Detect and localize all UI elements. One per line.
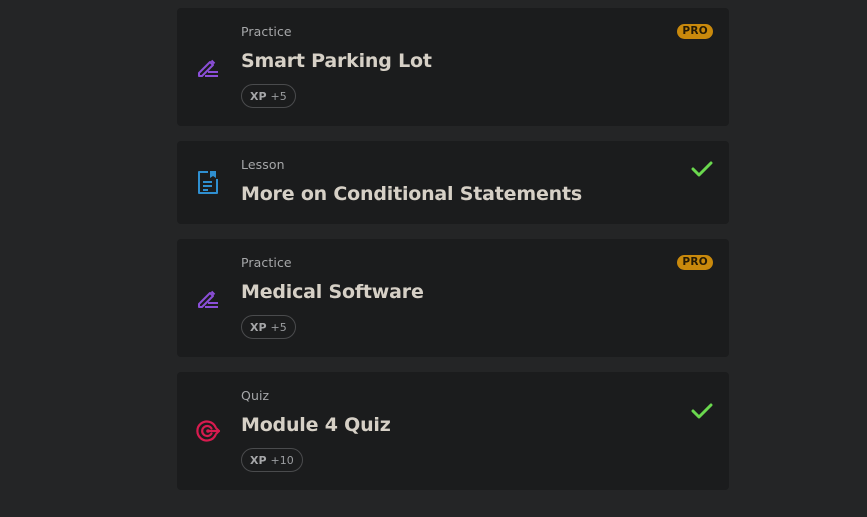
- xp-pill: XP +10: [241, 448, 303, 472]
- list-item-medical-software[interactable]: Practice Medical Software PRO XP +5: [177, 239, 729, 357]
- item-type-label: Lesson: [241, 157, 285, 172]
- item-type-label: Practice: [241, 24, 292, 39]
- checkmark-icon: [691, 403, 713, 419]
- item-type-label: Quiz: [241, 388, 270, 403]
- list-item-smart-parking-lot[interactable]: Practice Smart Parking Lot PRO XP +5: [177, 8, 729, 126]
- xp-label: XP: [250, 320, 267, 334]
- checkmark-icon: [691, 161, 713, 177]
- xp-label: XP: [250, 453, 267, 467]
- pencil-icon: [198, 290, 218, 308]
- xp-label: XP: [250, 89, 267, 103]
- target-icon: [196, 420, 221, 442]
- xp-value: +5: [270, 320, 287, 334]
- pro-badge: PRO: [677, 255, 713, 270]
- xp-pill: XP +5: [241, 315, 296, 339]
- item-title[interactable]: Smart Parking Lot: [241, 50, 432, 72]
- xp-value: +5: [270, 89, 287, 103]
- pencil-icon: [198, 59, 218, 77]
- item-title[interactable]: Module 4 Quiz: [241, 414, 391, 436]
- list-item-module-4-quiz[interactable]: Quiz Module 4 Quiz XP +10: [177, 372, 729, 490]
- item-title[interactable]: Medical Software: [241, 281, 424, 303]
- item-title[interactable]: More on Conditional Statements: [241, 183, 582, 205]
- document-icon: [198, 171, 218, 194]
- xp-value: +10: [270, 453, 294, 467]
- module-item-list: Practice Smart Parking Lot PRO XP +5 Les…: [177, 8, 729, 490]
- item-type-label: Practice: [241, 255, 292, 270]
- pro-badge: PRO: [677, 24, 713, 39]
- list-item-more-on-conditional-statements[interactable]: Lesson More on Conditional Statements: [177, 141, 729, 224]
- xp-pill: XP +5: [241, 84, 296, 108]
